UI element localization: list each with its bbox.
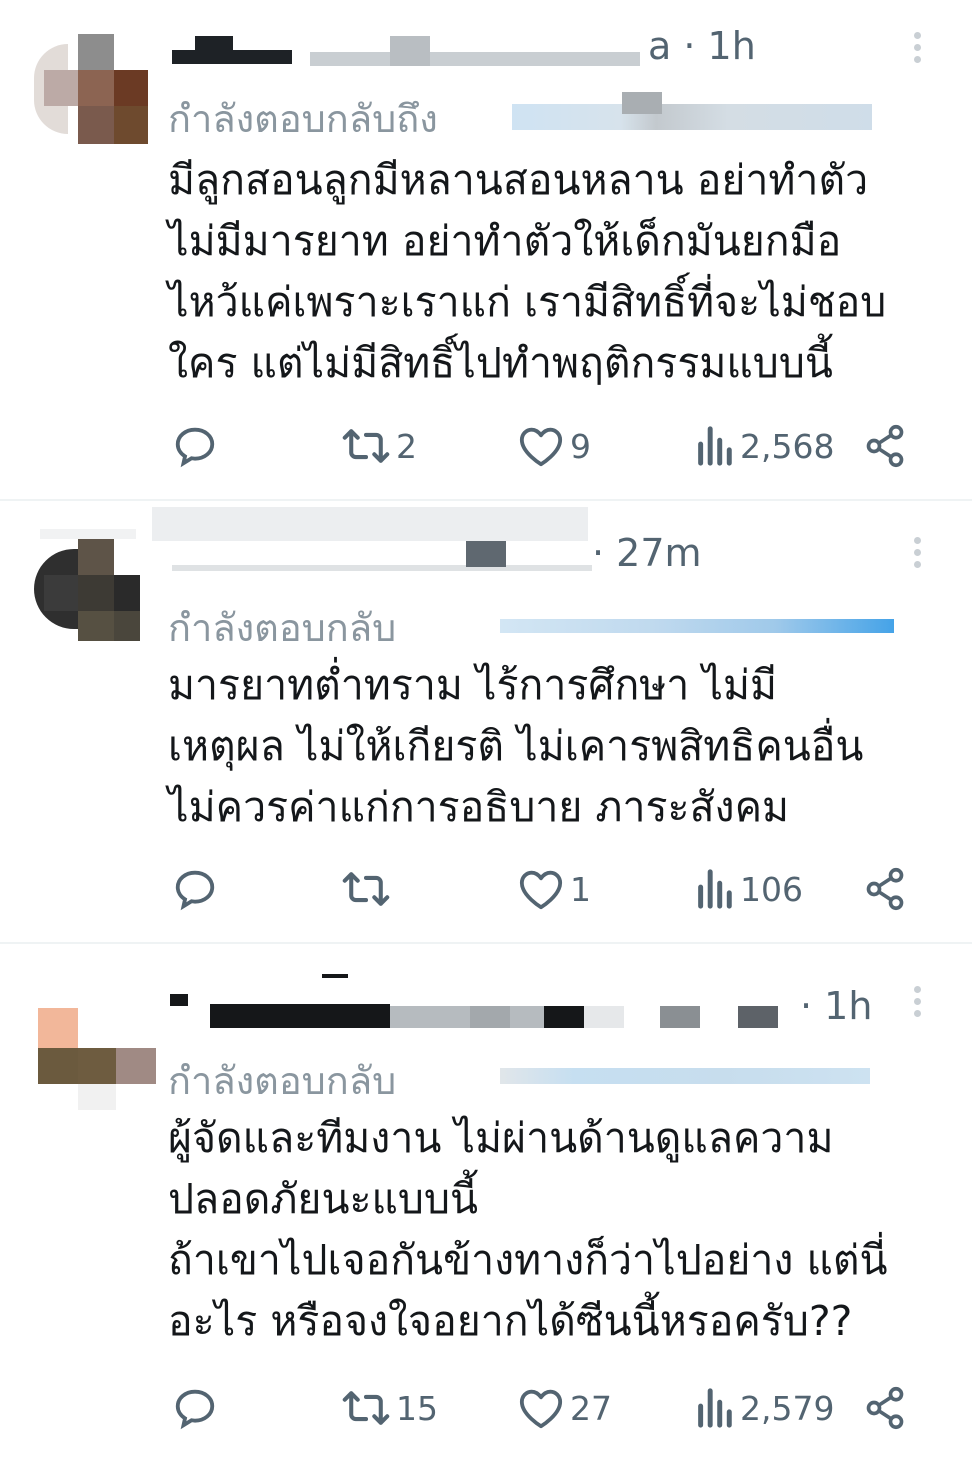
share-icon (866, 867, 904, 911)
views-button[interactable]: 106 (694, 859, 803, 919)
views-icon (698, 426, 732, 466)
views-count: 106 (740, 869, 803, 909)
more-icon[interactable] (914, 986, 922, 1022)
reply-button[interactable] (172, 859, 218, 919)
action-bar: 1 106 (0, 859, 972, 919)
retweet-icon (342, 1391, 390, 1425)
avatar[interactable] (30, 537, 142, 643)
replying-to-label: กำลังตอบกลับ (168, 606, 397, 650)
like-count: 9 (570, 426, 591, 466)
like-button[interactable]: 27 (518, 1378, 612, 1438)
share-button[interactable] (864, 416, 906, 476)
tweet-time: · 27m (592, 531, 702, 575)
reply-icon (175, 870, 215, 911)
like-count: 27 (570, 1388, 612, 1428)
tweet-text: ผู้จัดและทีมงาน ไม่ผ่านด้านดูแลความ ปลอด… (168, 1114, 888, 1345)
redacted-username (152, 507, 588, 541)
avatar[interactable] (30, 30, 150, 148)
replying-to-label: กำลังตอบกลับถึง (168, 97, 438, 141)
views-button[interactable]: 2,568 (694, 416, 834, 476)
redacted-username (210, 1004, 390, 1028)
tweet-time: · 1h (800, 984, 873, 1028)
tweet-time: a · 1h (648, 24, 756, 68)
like-count: 1 (570, 869, 591, 909)
views-icon (698, 869, 732, 909)
reply-tweet[interactable]: · 27m กำลังตอบกลับ มารยาทต่ำทราม ไร้การศ… (0, 501, 972, 942)
share-button[interactable] (864, 1378, 906, 1438)
more-icon[interactable] (914, 537, 922, 573)
retweet-button[interactable]: 15 (342, 1378, 438, 1438)
like-button[interactable]: 1 (518, 859, 591, 919)
replying-to-label: กำลังตอบกลับ (168, 1059, 397, 1103)
more-icon[interactable] (914, 32, 922, 68)
like-button[interactable]: 9 (518, 416, 591, 476)
reply-tweet[interactable]: · 1h กำลังตอบกลับ ผู้จัดและทีมงาน ไม่ผ่า… (0, 944, 972, 1459)
views-count: 2,568 (740, 426, 835, 466)
views-icon (698, 1388, 732, 1428)
share-icon (866, 1386, 904, 1430)
mention-link[interactable] (512, 104, 872, 130)
reply-button[interactable] (172, 1378, 218, 1438)
heart-icon (519, 427, 563, 467)
heart-icon (519, 870, 563, 910)
mention-link[interactable] (500, 619, 894, 633)
retweet-count: 2 (396, 426, 417, 466)
share-icon (866, 424, 904, 468)
heart-icon (519, 1389, 563, 1429)
reply-tweet[interactable]: a · 1h กำลังตอบกลับถึง มีลูกสอนลูกมีหลาน… (0, 0, 972, 500)
tweet-text: มารยาทต่ำทราม ไร้การศึกษา ไม่มี เหตุผล ไ… (168, 661, 864, 831)
mention-link[interactable] (500, 1068, 870, 1084)
views-count: 2,579 (740, 1388, 835, 1428)
reply-button[interactable] (172, 416, 218, 476)
retweet-button[interactable]: 2 (342, 416, 417, 476)
share-button[interactable] (864, 859, 906, 919)
action-bar: 2 9 2,568 (0, 416, 972, 476)
tweet-text: มีลูกสอนลูกมีหลานสอนหลาน อย่าทำตัว ไม่มี… (168, 156, 887, 387)
views-button[interactable]: 2,579 (694, 1378, 834, 1438)
reply-icon (175, 427, 215, 468)
reply-icon (175, 1389, 215, 1430)
retweet-icon (342, 429, 390, 463)
retweet-button[interactable] (342, 859, 396, 919)
retweet-count: 15 (396, 1388, 438, 1428)
action-bar: 15 27 2,579 (0, 1378, 972, 1438)
avatar[interactable] (36, 1008, 158, 1112)
retweet-icon (342, 872, 390, 906)
